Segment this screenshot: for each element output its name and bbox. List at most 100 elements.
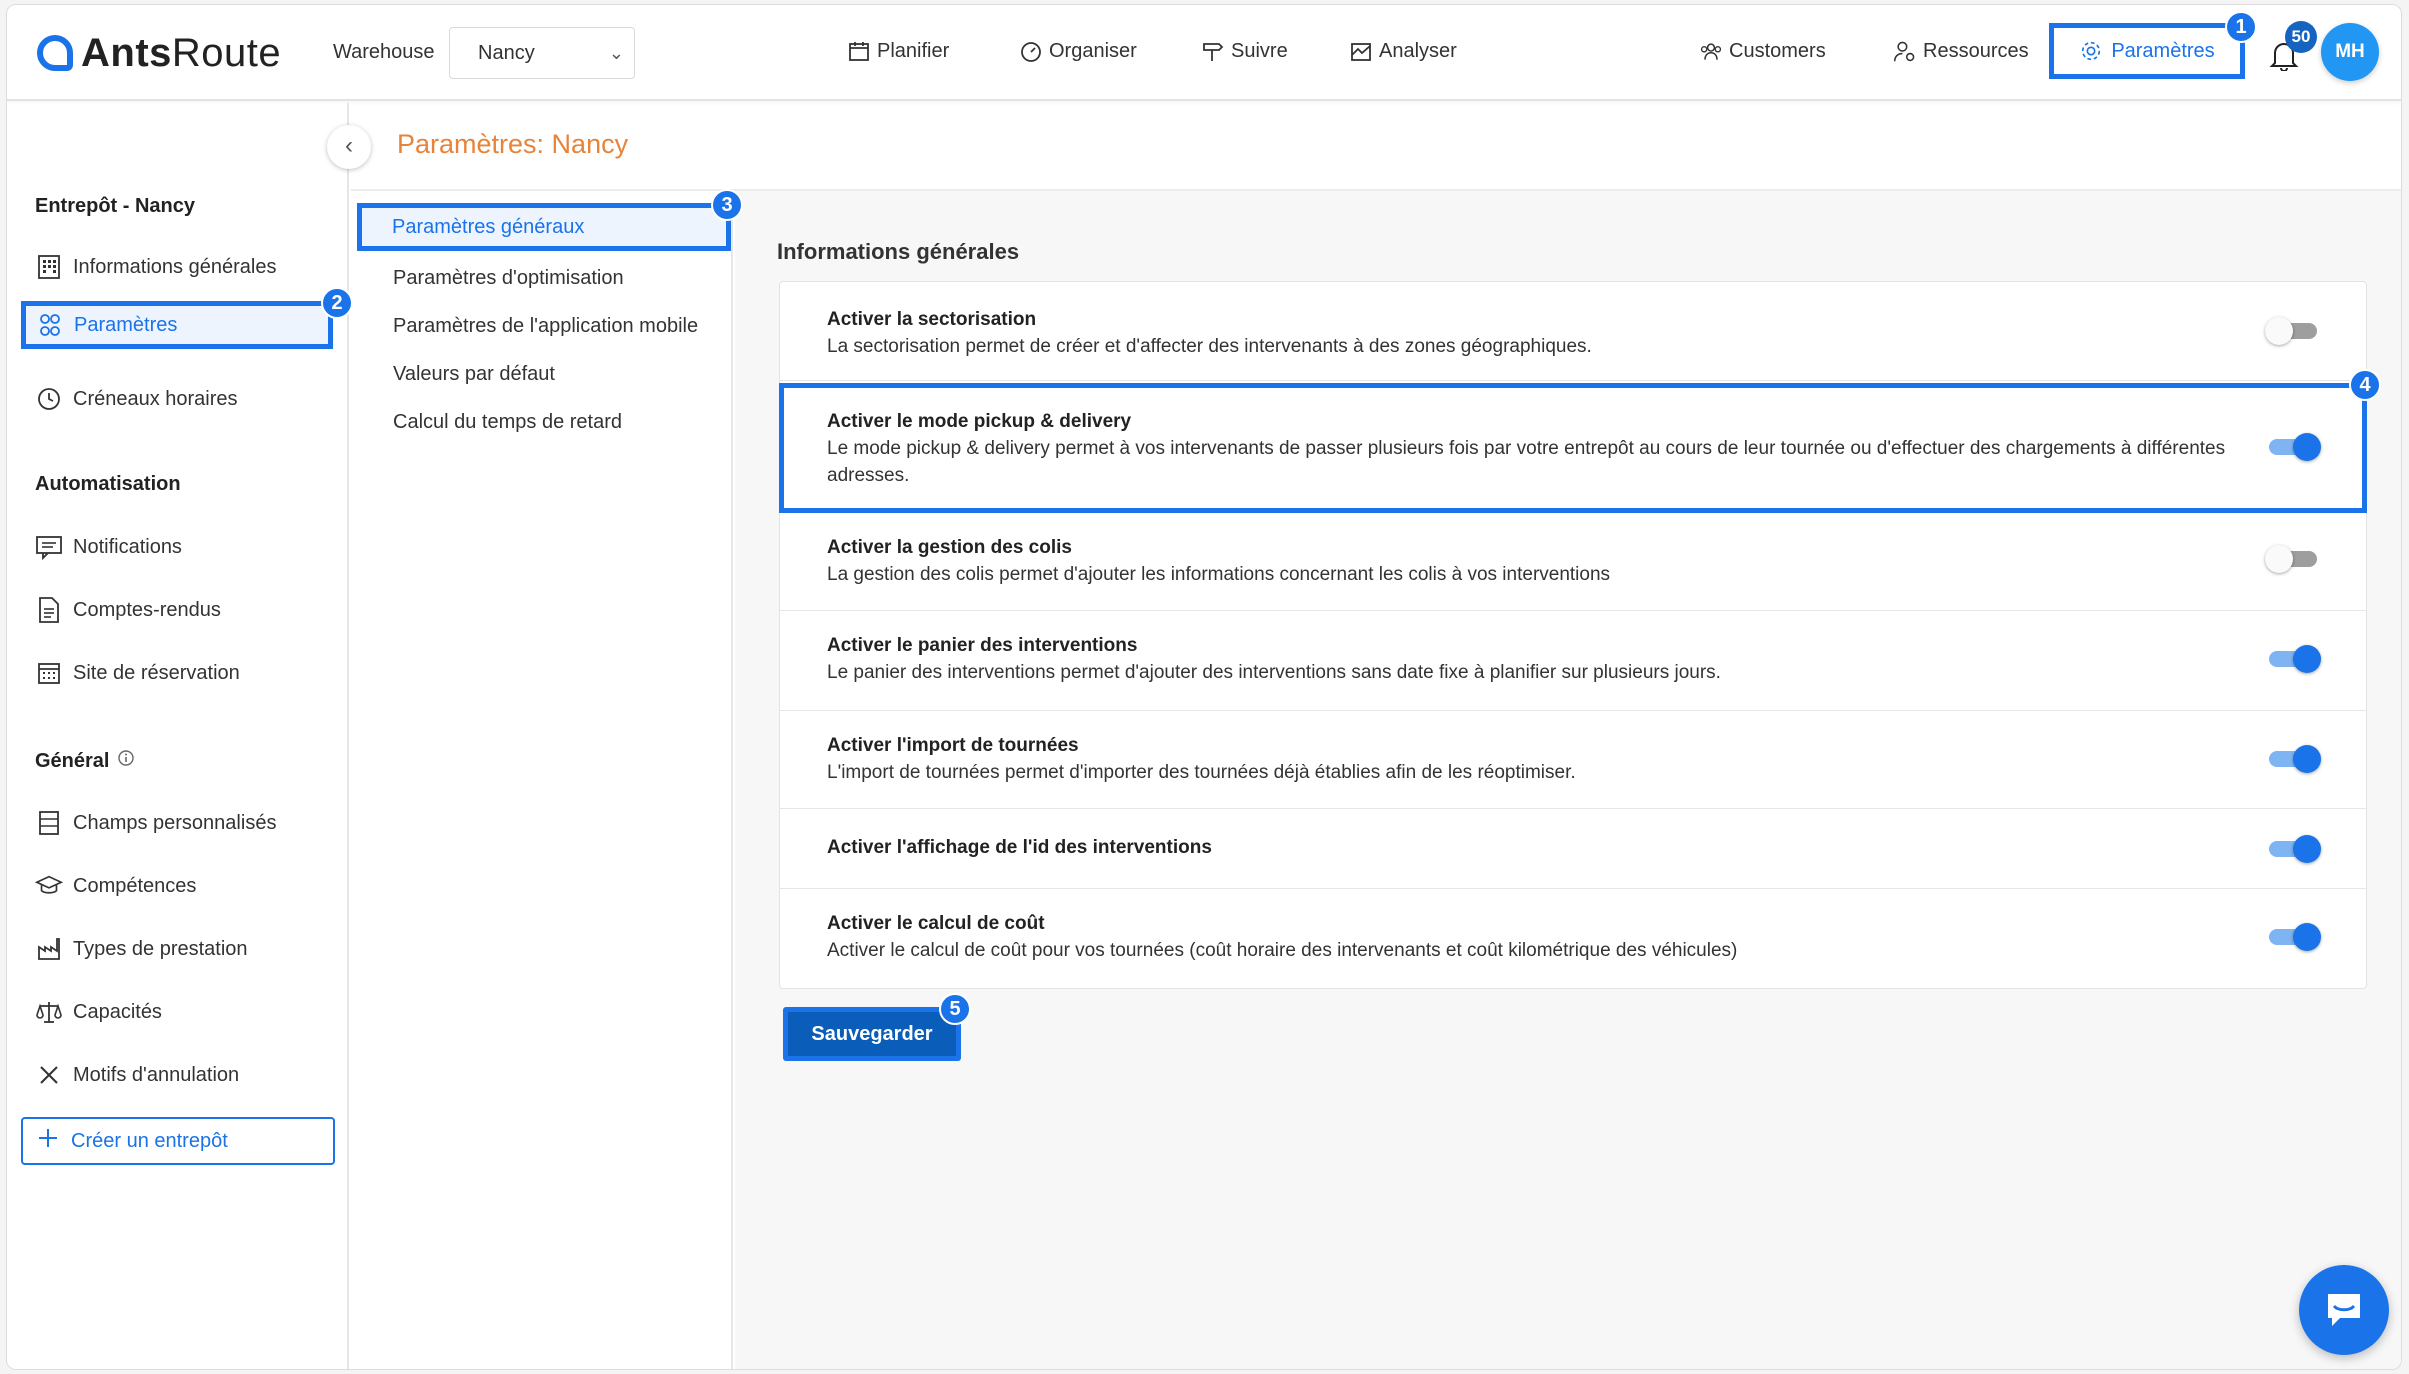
nav-organiser[interactable]: Organiser <box>1019 39 1137 63</box>
antsroute-logo[interactable]: AntsRoute <box>37 29 281 77</box>
sidebar-item-label: Informations générales <box>73 255 277 278</box>
setting-title: Activer la sectorisation <box>827 309 1037 330</box>
users-group-icon <box>1699 39 1723 63</box>
chat-bubble-icon <box>2328 1294 2360 1326</box>
sidebar-item-label: Site de réservation <box>73 661 240 684</box>
step-marker-1: 1 <box>2225 11 2257 43</box>
setting-row-affichage-id: Activer l'affichage de l'id des interven… <box>779 809 2367 889</box>
sidebar-item-comptes-rendus[interactable]: Comptes-rendus <box>35 596 221 624</box>
setting-toggle[interactable] <box>2265 835 2321 863</box>
sidebar-item-creneaux-horaires[interactable]: Créneaux horaires <box>35 385 238 413</box>
signpost-icon <box>1201 39 1225 63</box>
nav-planifier[interactable]: Planifier <box>847 39 949 63</box>
submenu-item-optimisation[interactable]: Paramètres d'optimisation <box>393 267 624 290</box>
warehouse-label: Warehouse <box>333 41 435 63</box>
left-sidebar: Entrepôt - Nancy Informations générales … <box>7 103 349 1369</box>
info-icon[interactable] <box>117 749 135 773</box>
nav-organiser-label: Organiser <box>1049 39 1137 62</box>
step-marker-5: 5 <box>939 993 971 1025</box>
sidebar-item-label: Paramètres <box>74 313 178 336</box>
logo-text-bold: Ants <box>81 30 172 75</box>
sidebar-item-label: Champs personnalisés <box>73 811 277 834</box>
setting-toggle[interactable] <box>2265 923 2321 951</box>
notifications-count-badge: 50 <box>2285 21 2317 53</box>
setting-title: Activer le calcul de coût <box>827 913 1045 934</box>
nav-analyser[interactable]: Analyser <box>1349 39 1457 63</box>
nav-ressources-label: Ressources <box>1923 39 2029 62</box>
setting-description: Activer le calcul de coût pour vos tourn… <box>827 940 1738 961</box>
sidebar-item-champs-personnalises[interactable]: Champs personnalisés <box>35 809 276 837</box>
chevron-left-icon: ‹ <box>345 132 353 159</box>
sidebar-item-site-reservation[interactable]: Site de réservation <box>35 659 240 687</box>
sidebar-item-notifications[interactable]: Notifications <box>35 533 182 561</box>
setting-row-sectorisation: Activer la sectorisation La sectorisatio… <box>779 281 2367 381</box>
setting-toggle[interactable] <box>2265 645 2321 673</box>
setting-toggle[interactable] <box>2265 745 2321 773</box>
create-warehouse-label: Créer un entrepôt <box>71 1129 228 1152</box>
nav-suivre[interactable]: Suivre <box>1201 39 1288 63</box>
top-navigation-bar: AntsRoute Warehouse Nancy ⌄ Planifier Or… <box>7 5 2401 101</box>
warehouse-select[interactable]: Nancy ⌄ <box>449 27 635 79</box>
scale-icon <box>35 998 63 1026</box>
setting-row-calcul-cout: Activer le calcul de coût Activer le cal… <box>779 889 2367 989</box>
chart-icon <box>1349 39 1373 63</box>
sidebar-section-general: Général <box>35 749 135 773</box>
nav-parametres[interactable]: Paramètres <box>2049 23 2245 79</box>
chat-button[interactable] <box>2299 1265 2389 1355</box>
setting-toggle[interactable] <box>2265 317 2321 345</box>
setting-description: La sectorisation permet de créer et d'af… <box>827 336 1592 357</box>
setting-description: Le mode pickup & delivery permet à vos i… <box>827 438 2226 486</box>
setting-title: Activer le mode pickup & delivery <box>827 411 1132 432</box>
document-icon <box>35 596 63 624</box>
setting-title: Activer l'affichage de l'id des interven… <box>827 837 1212 858</box>
nav-customers[interactable]: Customers <box>1699 39 1826 63</box>
sidebar-item-label: Compétences <box>73 874 197 897</box>
setting-description: La gestion des colis permet d'ajouter le… <box>827 564 1611 585</box>
setting-title: Activer l'import de tournées <box>827 735 1079 756</box>
step-marker-2: 2 <box>321 287 353 319</box>
nav-customers-label: Customers <box>1729 39 1826 62</box>
calendar-icon <box>847 39 871 63</box>
user-avatar[interactable]: MH <box>2321 23 2379 81</box>
nav-ressources[interactable]: Ressources <box>1893 39 2029 63</box>
sidebar-item-label: Capacités <box>73 1000 162 1023</box>
gauge-icon <box>1019 39 1043 63</box>
sidebar-item-motifs-annulation[interactable]: Motifs d'annulation <box>35 1061 239 1089</box>
cogs-icon <box>36 311 64 339</box>
sidebar-item-label: Notifications <box>73 535 182 558</box>
sidebar-item-informations-generales[interactable]: Informations générales <box>35 253 276 281</box>
warehouse-select-value: Nancy <box>478 42 535 64</box>
plus-icon <box>37 1127 59 1155</box>
setting-toggle[interactable] <box>2265 545 2321 573</box>
page-title: Paramètres: Nancy <box>397 129 629 159</box>
setting-row-gestion-colis: Activer la gestion des colis La gestion … <box>779 513 2367 611</box>
sidebar-item-parametres[interactable]: Paramètres <box>21 301 333 349</box>
setting-description: Le panier des interventions permet d'ajo… <box>827 662 1721 683</box>
sidebar-section-automatisation: Automatisation <box>35 473 181 495</box>
user-gear-icon <box>1893 39 1917 63</box>
collapse-sidebar-button[interactable]: ‹ <box>327 125 371 169</box>
setting-description: L'import de tournées permet d'importer d… <box>827 762 1576 783</box>
save-button[interactable]: Sauvegarder <box>783 1007 961 1061</box>
sidebar-item-types-prestation[interactable]: Types de prestation <box>35 935 248 963</box>
submenu-item-temps-retard[interactable]: Calcul du temps de retard <box>393 411 622 434</box>
sidebar-item-label: Types de prestation <box>73 937 248 960</box>
submenu-item-parametres-generaux[interactable]: Paramètres généraux <box>357 203 731 251</box>
setting-toggle[interactable] <box>2265 433 2321 461</box>
create-warehouse-button[interactable]: Créer un entrepôt <box>21 1117 335 1165</box>
nav-parametres-label: Paramètres <box>2111 39 2215 62</box>
logo-text-rest: Route <box>171 30 282 75</box>
sidebar-item-capacites[interactable]: Capacités <box>35 998 162 1026</box>
factory-icon <box>35 935 63 963</box>
submenu-item-application-mobile[interactable]: Paramètres de l'application mobile <box>393 315 698 338</box>
app-window: AntsRoute Warehouse Nancy ⌄ Planifier Or… <box>6 4 2402 1370</box>
sidebar-item-label: Créneaux horaires <box>73 387 238 410</box>
sidebar-item-label: Comptes-rendus <box>73 598 221 621</box>
fields-icon <box>35 809 63 837</box>
sidebar-section-general-label: Général <box>35 749 110 772</box>
sidebar-item-competences[interactable]: Compétences <box>35 872 196 900</box>
submenu-item-valeurs-defaut[interactable]: Valeurs par défaut <box>393 363 555 386</box>
sidebar-item-label: Motifs d'annulation <box>73 1063 240 1086</box>
setting-row-pickup-delivery: Activer le mode pickup & delivery Le mod… <box>779 383 2367 513</box>
message-icon <box>35 533 63 561</box>
